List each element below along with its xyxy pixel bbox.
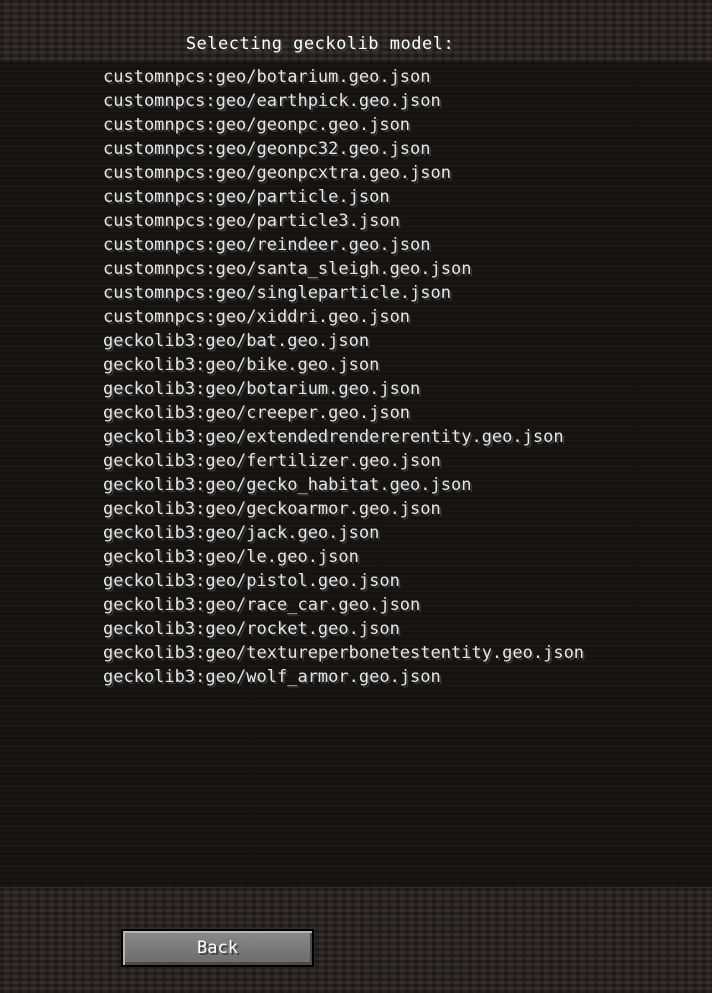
model-list-item[interactable]: customnpcs:geo/particle.json <box>103 185 390 209</box>
model-list-item[interactable]: geckolib3:geo/bike.geo.json <box>103 353 379 377</box>
model-list-item[interactable]: geckolib3:geo/wolf_armor.geo.json <box>103 665 441 689</box>
model-list[interactable]: customnpcs:geo/botarium.geo.json customn… <box>0 62 712 887</box>
model-list-item[interactable]: geckolib3:geo/textureperbonetestentity.g… <box>103 641 584 665</box>
screen-title: Selecting geckolib model: <box>185 34 455 54</box>
model-list-item[interactable]: geckolib3:geo/race_car.geo.json <box>103 593 420 617</box>
model-list-item[interactable]: geckolib3:geo/rocket.geo.json <box>103 617 400 641</box>
model-list-item[interactable]: geckolib3:geo/bat.geo.json <box>103 329 369 353</box>
model-list-item[interactable]: customnpcs:geo/singleparticle.json <box>103 281 451 305</box>
back-button[interactable]: Back <box>121 929 314 967</box>
model-list-item[interactable]: geckolib3:geo/pistol.geo.json <box>103 569 400 593</box>
model-list-item[interactable]: geckolib3:geo/jack.geo.json <box>103 521 379 545</box>
model-list-item[interactable]: geckolib3:geo/geckoarmor.geo.json <box>103 497 441 521</box>
model-list-item[interactable]: customnpcs:geo/geonpc.geo.json <box>103 113 410 137</box>
model-list-item[interactable]: customnpcs:geo/santa_sleigh.geo.json <box>103 257 471 281</box>
model-list-item[interactable]: geckolib3:geo/botarium.geo.json <box>103 377 420 401</box>
model-list-item[interactable]: customnpcs:geo/reindeer.geo.json <box>103 233 431 257</box>
model-list-item[interactable]: geckolib3:geo/gecko_habitat.geo.json <box>103 473 471 497</box>
model-list-item[interactable]: customnpcs:geo/geonpcxtra.geo.json <box>103 161 451 185</box>
model-list-item[interactable]: geckolib3:geo/fertilizer.geo.json <box>103 449 441 473</box>
model-list-item[interactable]: geckolib3:geo/extendedrendererentity.geo… <box>103 425 564 449</box>
model-list-item[interactable]: customnpcs:geo/particle3.json <box>103 209 400 233</box>
model-list-item[interactable]: customnpcs:geo/botarium.geo.json <box>103 65 431 89</box>
model-list-item[interactable]: customnpcs:geo/earthpick.geo.json <box>103 89 441 113</box>
model-list-item[interactable]: geckolib3:geo/le.geo.json <box>103 545 359 569</box>
model-list-item[interactable]: customnpcs:geo/xiddri.geo.json <box>103 305 410 329</box>
model-list-item[interactable]: geckolib3:geo/creeper.geo.json <box>103 401 410 425</box>
model-list-item[interactable]: customnpcs:geo/geonpc32.geo.json <box>103 137 431 161</box>
